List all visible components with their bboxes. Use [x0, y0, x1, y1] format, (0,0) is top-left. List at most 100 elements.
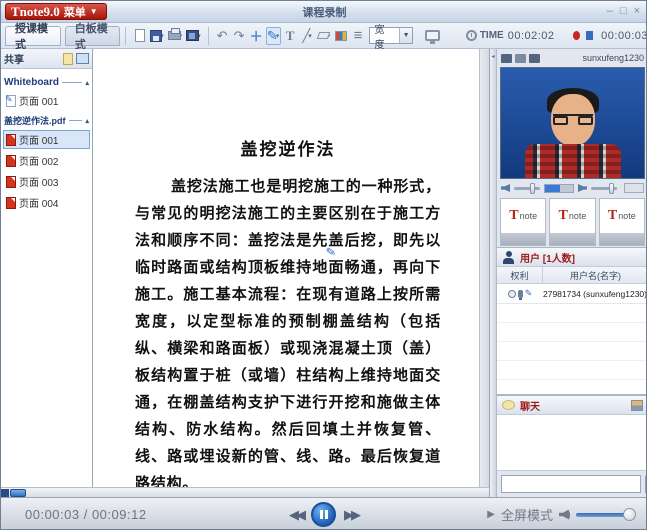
line-tool-button[interactable]: ╱▾: [300, 27, 315, 45]
fullscreen-button[interactable]: 全屏模式: [501, 505, 553, 524]
collapse-icon[interactable]: ▴: [85, 117, 89, 125]
tnote-logo: Tnote: [550, 199, 594, 233]
save-button[interactable]: ▾: [149, 27, 165, 45]
tree-item-label: 页面 002: [19, 153, 58, 168]
tree-group-whiteboard[interactable]: Whiteboard ▴: [4, 77, 89, 88]
zoom-select-value: 宽度: [374, 21, 393, 51]
record-time-value: 00:02:02: [508, 30, 555, 42]
microphone-icon: [501, 184, 510, 192]
maximize-button[interactable]: □: [620, 6, 627, 17]
tree-item-label: 页面 003: [19, 174, 58, 189]
board-icon[interactable]: [76, 53, 89, 64]
close-button[interactable]: ×: [634, 6, 640, 17]
thickness-icon: ≡: [354, 27, 363, 44]
stop-icon[interactable]: [586, 31, 593, 40]
user-row[interactable]: ✎ 27981734 (sunxufeng1230): [497, 284, 647, 304]
record-icon[interactable]: [573, 31, 580, 40]
minimize-button[interactable]: –: [607, 6, 613, 17]
volume-icon[interactable]: [559, 510, 569, 520]
eraser-tool-button[interactable]: ▾: [317, 27, 332, 45]
chat-message-area[interactable]: [497, 415, 647, 471]
tab-whiteboard-mode[interactable]: 白板模式: [65, 26, 121, 46]
chat-input-row: 发送: [497, 471, 647, 497]
pause-button[interactable]: [311, 502, 336, 527]
video-detach-icon[interactable]: [529, 54, 540, 63]
document-horizontal-scrollbar[interactable]: [1, 487, 489, 497]
document-canvas[interactable]: 盖挖逆作法 盖挖法施工也是明挖施工的一种形式，与常见的明挖法施工的主要区别在于施…: [93, 49, 479, 487]
mic-right-icon[interactable]: [518, 290, 523, 298]
users-header-label: 用户 [1人数]: [520, 250, 575, 265]
redo-button[interactable]: ↷: [232, 27, 247, 45]
text-tool-icon: T: [286, 28, 295, 44]
text-tool-button[interactable]: T: [283, 27, 298, 45]
sidebar-header: 共享: [1, 49, 92, 69]
rewind-button[interactable]: ◀◀: [289, 507, 303, 523]
tree-item-pdf-page-4[interactable]: 页面 004: [3, 193, 90, 212]
new-page-button[interactable]: [132, 27, 147, 45]
tree-item-whiteboard-page[interactable]: 页面 001: [3, 91, 90, 110]
col-username: 用户名(名字): [543, 267, 647, 283]
tree-item-pdf-page-2[interactable]: 页面 002: [3, 151, 90, 170]
pan-tool-button[interactable]: ＋: [249, 27, 264, 45]
undo-button[interactable]: ↶: [215, 27, 230, 45]
monitor-button[interactable]: [424, 27, 441, 45]
document-vertical-scrollbar[interactable]: [479, 49, 489, 487]
users-table: 权利 用户名(名字) ✎ 27981734 (sunxufeng1230): [497, 267, 647, 395]
tree-item-pdf-page-1[interactable]: 页面 001: [3, 130, 90, 149]
chat-settings-icon[interactable]: [631, 400, 643, 411]
avatar: [553, 114, 593, 123]
video-slot-bar: [600, 233, 644, 245]
chat-section-header[interactable]: 聊天: [497, 395, 647, 415]
chat-input[interactable]: [501, 475, 641, 493]
fast-forward-button[interactable]: ▶▶: [344, 507, 358, 523]
elapsed-time-value: 00:00:03: [601, 30, 647, 42]
audio-meter-box: [624, 183, 644, 193]
video-slots: Tnote Tnote Tnote: [497, 197, 647, 247]
collapse-icon[interactable]: ▴: [85, 79, 89, 87]
speaker-icon: [578, 184, 587, 192]
user-name: 27981734 (sunxufeng1230): [543, 289, 647, 299]
video-slot[interactable]: Tnote: [549, 198, 595, 246]
scrollbar-thumb[interactable]: [10, 489, 26, 497]
scroll-left-button[interactable]: [1, 489, 9, 497]
pdf-page-icon: [6, 134, 16, 146]
pen-right-icon[interactable]: ✎: [525, 288, 533, 299]
pen-tool-button[interactable]: ✎▾: [266, 27, 281, 45]
tree-item-pdf-page-3[interactable]: 页面 003: [3, 172, 90, 191]
redo-icon: ↷: [234, 28, 245, 44]
palette-icon: [335, 31, 347, 41]
tab-lecture-mode[interactable]: 授课模式: [5, 26, 61, 46]
right-panel: ◂ sunxufeng1230: [489, 49, 647, 497]
video-slot[interactable]: Tnote: [599, 198, 645, 246]
video-slot[interactable]: Tnote: [500, 198, 546, 246]
audio-controls: [497, 179, 647, 197]
menu-label: 菜单: [64, 4, 86, 20]
print-button[interactable]: ▾: [167, 27, 184, 45]
webcam-video[interactable]: [500, 67, 645, 179]
tree-item-label: 页面 001: [19, 132, 58, 147]
note-page-icon[interactable]: [63, 53, 73, 65]
video-settings-icon[interactable]: [501, 54, 512, 63]
video-slot-bar: [550, 233, 594, 245]
chevron-down-icon: ▼: [90, 7, 98, 16]
mic-volume-slider[interactable]: [514, 187, 540, 190]
tnote-logo: Tnote: [600, 199, 644, 233]
users-section-header[interactable]: 用户 [1人数]: [497, 247, 647, 267]
chat-header-label: 聊天: [520, 398, 540, 413]
volume-slider[interactable]: [576, 513, 634, 517]
pdf-page-icon: [6, 176, 16, 188]
zoom-select[interactable]: 宽度 ▼: [369, 27, 412, 44]
speaker-volume-slider[interactable]: [591, 187, 617, 190]
color-palette-button[interactable]: [334, 27, 349, 45]
video-swap-icon[interactable]: [515, 54, 526, 63]
line-thickness-button[interactable]: ≡: [351, 27, 366, 45]
pen-annotation-mark: ✎: [325, 244, 337, 260]
import-media-button[interactable]: ▾: [185, 27, 202, 45]
user-row-empty: [497, 304, 647, 323]
app-menu-button[interactable]: Tnote9.0 菜单 ▼: [5, 3, 107, 20]
clock-icon: [466, 30, 477, 41]
panel-collapse-strip[interactable]: ◂: [490, 49, 497, 497]
camera-right-icon[interactable]: [508, 290, 516, 298]
volume-slider-knob[interactable]: [623, 508, 636, 521]
tree-group-pdf[interactable]: 盖挖逆作法.pdf ▴: [4, 114, 89, 127]
